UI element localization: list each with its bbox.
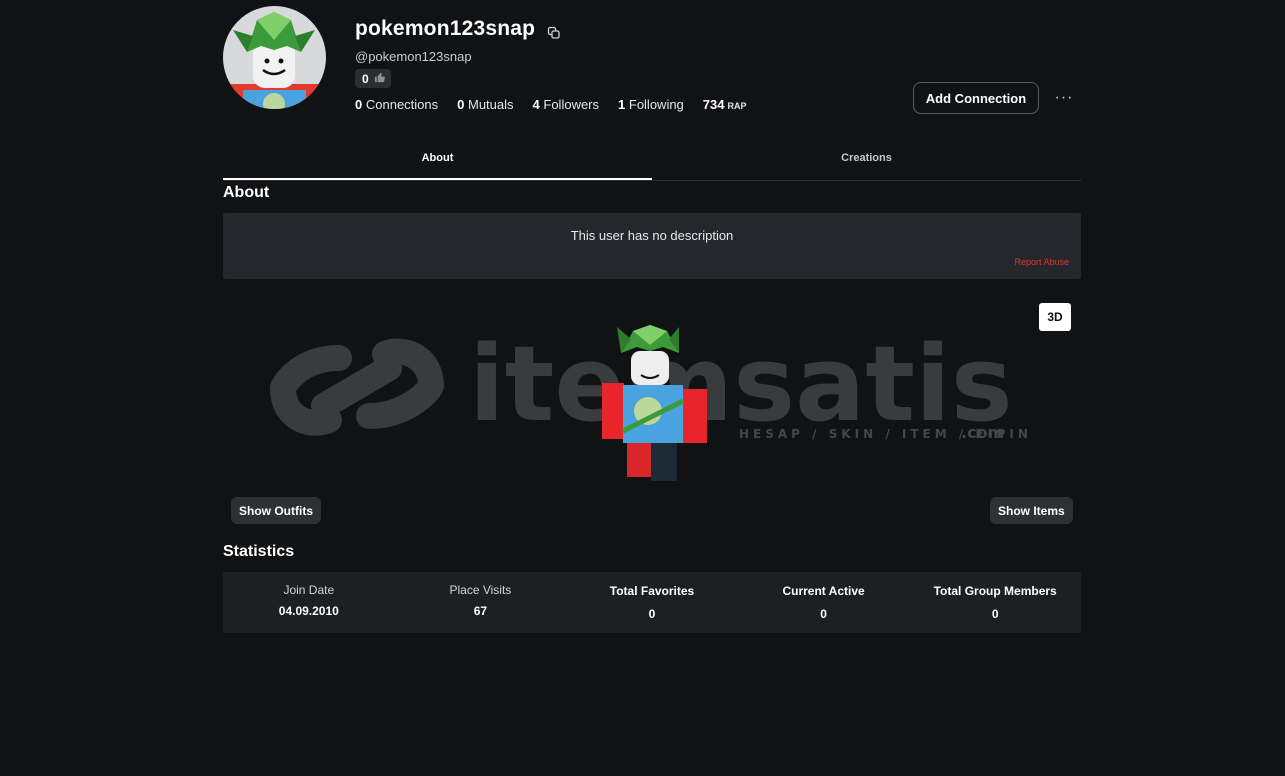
- username-text: pokemon123snap: [355, 17, 536, 40]
- profile-tabs: About Creations: [223, 146, 1081, 181]
- rap-value: 734 RAP: [702, 97, 747, 112]
- connections-link[interactable]: 0 Connections: [355, 97, 438, 112]
- stat-join-date: Join Date 04.09.2010: [278, 583, 339, 618]
- stat-total-favorites: Total Favorites 0: [609, 584, 695, 621]
- statistics-panel: Join Date 04.09.2010 Place Visits 67 Tot…: [223, 572, 1081, 633]
- 3d-toggle-button[interactable]: 3D: [1039, 303, 1071, 331]
- avatar-headshot-icon: [223, 12, 326, 109]
- stat-place-visits: Place Visits 67: [449, 583, 512, 618]
- show-outfits-button[interactable]: Show Outfits: [231, 497, 321, 524]
- tab-about[interactable]: About: [223, 146, 652, 180]
- thumbs-up-icon: [374, 72, 385, 86]
- stat-current-active: Current Active 0: [782, 584, 865, 621]
- copy-icon[interactable]: [547, 22, 561, 39]
- vote-badge: 0: [355, 69, 391, 88]
- followers-link[interactable]: 4 Followers: [533, 97, 599, 112]
- vote-count: 0: [362, 71, 369, 86]
- following-link[interactable]: 1 Following: [618, 97, 684, 112]
- about-heading: About: [223, 184, 270, 201]
- more-options-icon[interactable]: ···: [1052, 88, 1076, 108]
- profile-avatar: [223, 6, 326, 109]
- add-connection-button[interactable]: Add Connection: [913, 82, 1039, 114]
- avatar-figure-icon: [602, 325, 707, 481]
- description-text: This user has no description: [570, 228, 734, 243]
- tab-creations[interactable]: Creations: [652, 146, 1081, 180]
- social-stats: 0 Connections 0 Mutuals 4 Followers 1 Fo…: [355, 97, 747, 112]
- profile-display-name: pokemon123snap: [355, 17, 561, 41]
- statistics-heading: Statistics: [223, 543, 295, 560]
- mutuals-link[interactable]: 0 Mutuals: [457, 97, 513, 112]
- avatar-viewer[interactable]: [223, 291, 1081, 531]
- profile-handle: @pokemon123snap: [355, 49, 472, 64]
- about-panel: This user has no description Report Abus…: [223, 213, 1081, 279]
- report-abuse-link[interactable]: Report Abuse: [1014, 257, 1069, 267]
- show-items-button[interactable]: Show Items: [990, 497, 1073, 524]
- stat-group-members: Total Group Members 0: [933, 584, 1057, 621]
